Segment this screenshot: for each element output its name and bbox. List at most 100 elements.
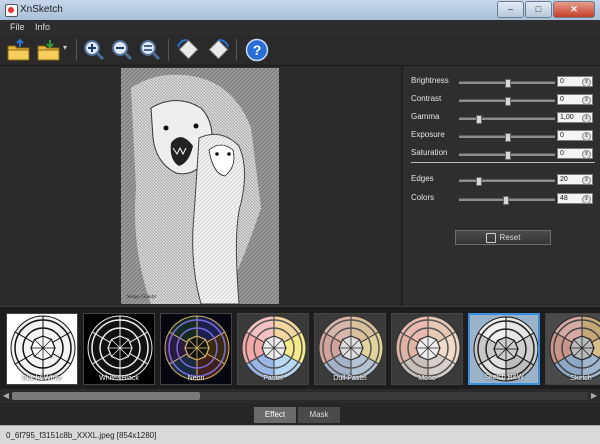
exposure-row: Exposure 0 ⇕	[411, 130, 595, 142]
gamma-spinbox[interactable]: 1,00 ⇕	[557, 112, 593, 123]
preset-thumbnail[interactable]: Black&White	[6, 313, 78, 385]
exposure-thumb[interactable]	[505, 133, 511, 142]
spin-arrows-icon[interactable]: ⇕	[582, 132, 591, 141]
preset-label: Sketch	[570, 375, 592, 382]
preset-label: Black&White	[22, 375, 62, 382]
title-bar[interactable]: XnSketch – □ ✕	[0, 0, 600, 21]
preset-strip: Black&White White&Black Neon Pastel Dull Pas…	[0, 306, 600, 389]
edges-thumb[interactable]	[476, 177, 483, 186]
preset-thumbnail[interactable]: Dull Pastel	[314, 313, 386, 385]
gamma-slider[interactable]	[459, 115, 555, 124]
saturation-thumb[interactable]	[505, 151, 511, 160]
toolbar: ▾ ?	[0, 35, 600, 66]
colors-slider[interactable]	[459, 196, 555, 205]
reset-label: Reset	[499, 233, 521, 242]
gamma-label: Gamma	[411, 112, 440, 121]
tab-bar: Effect Mask	[0, 405, 600, 425]
reset-icon	[485, 232, 496, 243]
saturation-row: Saturation 0 ⇕	[411, 148, 595, 160]
tab-effect[interactable]: Effect	[254, 407, 296, 423]
help-icon[interactable]: ?	[244, 38, 270, 62]
preset-scrollbar[interactable]: ◀ ▶	[0, 389, 600, 403]
toolbar-separator	[76, 39, 77, 61]
brightness-row: Brightness 0 ⇕	[411, 76, 595, 88]
status-bar: 0_6f795_f3151c8b_XXXL.jpeg [854x1280]	[0, 425, 600, 444]
preset-label: Mono	[418, 375, 436, 382]
scroll-right-button[interactable]: ▶	[589, 391, 599, 401]
saturation-slider[interactable]	[459, 151, 555, 160]
preset-label: Dull Pastel	[333, 375, 367, 382]
contrast-slider[interactable]	[459, 97, 555, 106]
preset-thumbnail[interactable]: Sketch	[545, 313, 600, 385]
edges-row: Edges 20 ⇕	[411, 174, 595, 186]
saturation-spinbox[interactable]: 0 ⇕	[557, 148, 593, 159]
preset-thumbnail[interactable]: Neon	[160, 313, 232, 385]
colors-spinbox[interactable]: 48 ⇕	[557, 193, 593, 204]
panel-divider	[411, 162, 595, 163]
gamma-thumb[interactable]	[476, 115, 483, 124]
image-signature: Sergey Gundyr	[127, 295, 157, 300]
preset-label: Sketch B&W	[484, 374, 524, 381]
preset-thumbnail[interactable]: Pastel	[237, 313, 309, 385]
spin-arrows-icon[interactable]: ⇕	[582, 114, 591, 123]
colors-label: Colors	[411, 193, 435, 202]
saturation-label: Saturation	[411, 148, 448, 157]
contrast-thumb[interactable]	[505, 97, 511, 106]
colors-thumb[interactable]	[503, 196, 510, 205]
preview-image[interactable]: Sergey Gundyr	[121, 68, 279, 304]
scroll-thumb[interactable]	[12, 392, 200, 400]
exposure-spinbox[interactable]: 0 ⇕	[557, 130, 593, 141]
spin-arrows-icon[interactable]: ⇕	[582, 176, 591, 185]
app-window: XnSketch – □ ✕ File Info ▾ ? Sergey Gund…	[0, 0, 600, 444]
status-filename: 0_6f795_f3151c8b_XXXL.jpeg [854x1280]	[6, 431, 157, 440]
window-title: XnSketch	[20, 4, 63, 15]
spin-arrows-icon[interactable]: ⇕	[582, 150, 591, 159]
brightness-thumb[interactable]	[505, 79, 511, 88]
adjustment-panel: Brightness 0 ⇕ Contrast 0 ⇕ Gamma 1,00 ⇕ Ex…	[402, 66, 600, 306]
menu-bar: File Info	[0, 20, 600, 35]
zoom-in-icon[interactable]	[82, 38, 106, 62]
minimize-button[interactable]: –	[497, 1, 524, 18]
spin-arrows-icon[interactable]: ⇕	[582, 96, 591, 105]
exposure-slider[interactable]	[459, 133, 555, 142]
menu-file[interactable]: File	[10, 22, 25, 32]
zoom-fit-icon[interactable]	[138, 38, 162, 62]
brightness-spinbox[interactable]: 0 ⇕	[557, 76, 593, 87]
toolbar-separator	[236, 39, 237, 61]
contrast-spinbox[interactable]: 0 ⇕	[557, 94, 593, 105]
edges-label: Edges	[411, 174, 434, 183]
preset-thumbnail[interactable]: Mono	[391, 313, 463, 385]
scroll-left-button[interactable]: ◀	[1, 391, 11, 401]
rotate-right-icon[interactable]	[205, 38, 231, 62]
rotate-left-icon[interactable]	[175, 38, 201, 62]
exposure-label: Exposure	[411, 130, 445, 139]
preset-label: Neon	[187, 375, 205, 382]
reset-button[interactable]: Reset	[455, 230, 551, 245]
maximize-button[interactable]: □	[525, 1, 552, 18]
colors-row: Colors 48 ⇕	[411, 193, 595, 205]
image-canvas[interactable]: Sergey Gundyr	[0, 66, 400, 306]
edges-slider[interactable]	[459, 177, 555, 186]
app-logo-icon	[5, 4, 18, 17]
scroll-track[interactable]	[12, 392, 588, 400]
preset-label: Pastel	[263, 375, 283, 382]
edges-spinbox[interactable]: 20 ⇕	[557, 174, 593, 185]
open-folder-icon[interactable]	[6, 38, 32, 62]
menu-info[interactable]: Info	[35, 22, 50, 32]
brightness-slider[interactable]	[459, 79, 555, 88]
spin-arrows-icon[interactable]: ⇕	[582, 195, 591, 204]
zoom-out-icon[interactable]	[110, 38, 134, 62]
preset-thumbnail[interactable]: Sketch B&W	[468, 313, 540, 385]
spin-arrows-icon[interactable]: ⇕	[582, 78, 591, 87]
preset-thumbnail[interactable]: White&Black	[83, 313, 155, 385]
gamma-row: Gamma 1,00 ⇕	[411, 112, 595, 124]
help-glyph: ?	[253, 42, 262, 58]
close-button[interactable]: ✕	[553, 1, 595, 18]
save-dropdown-arrow[interactable]: ▾	[63, 43, 67, 52]
tab-mask[interactable]: Mask	[298, 407, 340, 423]
brightness-label: Brightness	[411, 76, 449, 85]
contrast-row: Contrast 0 ⇕	[411, 94, 595, 106]
contrast-label: Contrast	[411, 94, 442, 103]
save-folder-icon[interactable]	[36, 38, 62, 62]
preset-label: White&Black	[99, 375, 139, 382]
